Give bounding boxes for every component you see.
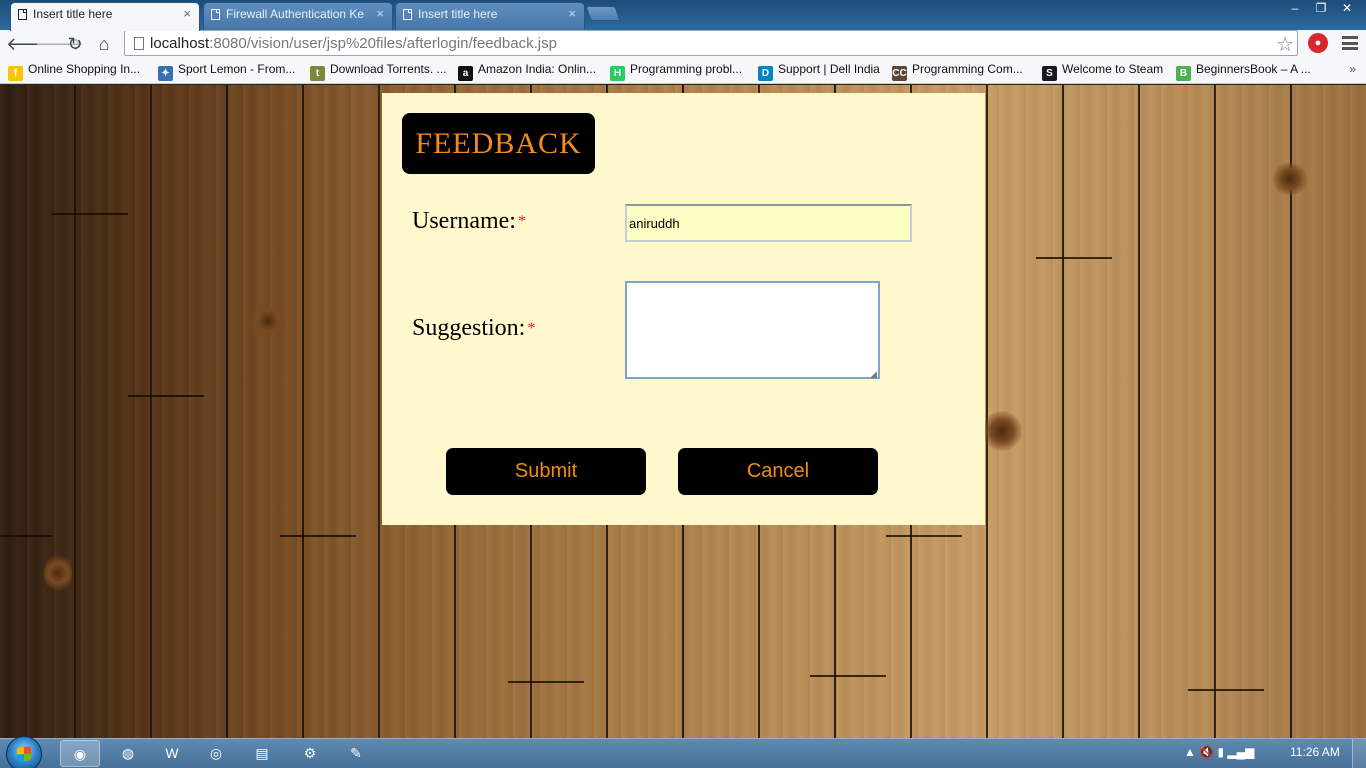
bookmark-item[interactable]: H Programming probl... <box>610 62 742 81</box>
bookmark-item[interactable]: a Amazon India: Onlin... <box>458 62 596 81</box>
bookmark-label: Welcome to Steam <box>1062 62 1164 76</box>
wood-knot <box>44 553 72 593</box>
bookmark-label: Amazon India: Onlin... <box>478 62 597 76</box>
restore-button[interactable]: ❐ <box>1308 0 1334 18</box>
bookmarks-overflow-icon[interactable]: » <box>1349 62 1356 76</box>
taskbar-word-icon[interactable]: W <box>152 740 192 767</box>
required-mark: * <box>517 213 526 230</box>
bookmark-item[interactable]: CC Programming Com... <box>892 62 1023 81</box>
page-icon <box>211 9 220 20</box>
bookmark-label: Programming Com... <box>912 62 1023 76</box>
board-seam <box>1036 257 1112 259</box>
bookmark-item[interactable]: f Online Shopping In... <box>8 62 140 81</box>
browser-tab-2[interactable]: Firewall Authentication Ke × <box>203 2 393 30</box>
taskbar: ▲ 🔇 ▮ ▂▄▆ 11:26 AM ◉ ◍ W ◎ ▤ ⚙ ✎ <box>0 736 1366 768</box>
tab-close-icon[interactable]: × <box>568 3 576 25</box>
tab-title: Insert title here <box>33 7 113 21</box>
username-label: Username: * <box>412 208 526 234</box>
back-icon[interactable]: 🡐 <box>6 33 54 55</box>
wood-knot <box>982 411 1022 451</box>
codechef-icon: CC <box>892 66 907 81</box>
required-mark: * <box>527 320 536 337</box>
browser-menu-icon[interactable] <box>1342 36 1358 50</box>
taskbar-firefox-icon[interactable]: ◍ <box>108 740 148 767</box>
browser-tab-3[interactable]: Insert title here × <box>395 2 585 30</box>
url-text: localhost:8080/vision/user/jsp%20files/a… <box>150 35 557 52</box>
suggestion-label: Suggestion: * <box>412 315 536 341</box>
board-seam <box>508 681 584 683</box>
username-field[interactable] <box>625 204 912 242</box>
bookmark-item[interactable]: B BeginnersBook – A ... <box>1176 62 1311 81</box>
board-seam <box>886 535 962 537</box>
steam-icon: S <box>1042 66 1057 81</box>
taskbar-app-icon[interactable]: ◎ <box>196 740 236 767</box>
suggestion-textarea[interactable] <box>625 281 880 379</box>
page-info-icon <box>134 37 144 50</box>
bookmark-item[interactable]: D Support | Dell India <box>758 62 880 81</box>
bookmark-label: BeginnersBook – A ... <box>1196 62 1311 76</box>
start-button[interactable] <box>6 736 42 768</box>
wood-knot <box>1272 163 1308 195</box>
forward-icon[interactable]: 🡒 <box>35 33 83 55</box>
page-icon <box>18 9 27 20</box>
resize-grip-icon[interactable]: ◢ <box>870 369 877 380</box>
page-background: FEEDBACK Username:* Suggestion:* ◢ Submi… <box>0 85 1366 738</box>
shield-icon: t <box>310 66 325 81</box>
tab-close-icon[interactable]: × <box>183 3 191 25</box>
board-seam <box>0 535 52 537</box>
tab-title: Insert title here <box>418 7 498 21</box>
bookmark-item[interactable]: ✦ Sport Lemon - From... <box>158 62 295 81</box>
bookmark-label: Download Torrents. ... <box>330 62 447 76</box>
taskbar-explorer-icon[interactable]: ▤ <box>242 740 282 767</box>
taskbar-paint-icon[interactable]: ✎ <box>336 740 376 767</box>
browser-titlebar: Insert title here × Firewall Authenticat… <box>0 0 1366 31</box>
bookmark-item[interactable]: t Download Torrents. ... <box>310 62 447 81</box>
hackerrank-icon: H <box>610 66 625 81</box>
bookmark-star-icon[interactable]: ☆ <box>1276 32 1294 57</box>
submit-button[interactable]: Submit <box>446 448 646 495</box>
reload-icon[interactable]: ↻ <box>64 33 86 55</box>
taskbar-settings-icon[interactable]: ⚙ <box>290 740 330 767</box>
wood-knot <box>250 303 286 339</box>
home-icon[interactable]: ⌂ <box>93 33 115 55</box>
window-controls: – ❐ ✕ <box>1282 0 1360 18</box>
runner-icon: ✦ <box>158 66 173 81</box>
clock[interactable]: 11:26 AM <box>1290 745 1340 759</box>
taskbar-chrome-icon[interactable]: ◉ <box>60 740 100 767</box>
show-desktop-button[interactable] <box>1352 739 1366 768</box>
system-tray-icons[interactable]: ▲ 🔇 ▮ ▂▄▆ <box>1184 745 1254 759</box>
new-tab-button[interactable] <box>585 6 621 21</box>
page-title: FEEDBACK <box>402 113 595 174</box>
tab-title: Firewall Authentication Ke <box>226 7 365 21</box>
address-bar[interactable]: localhost:8080/vision/user/jsp%20files/a… <box>124 30 1298 56</box>
minimize-button[interactable]: – <box>1282 0 1308 18</box>
bookmark-item[interactable]: S Welcome to Steam <box>1042 62 1163 81</box>
bookmark-label: Online Shopping In... <box>28 62 141 76</box>
bookmarks-bar: » f Online Shopping In... ✦ Sport Lemon - F… <box>0 58 1366 84</box>
cancel-button[interactable]: Cancel <box>678 448 878 495</box>
extension-icon[interactable]: ● <box>1308 33 1328 53</box>
board-seam <box>128 395 204 397</box>
board-seam <box>810 675 886 677</box>
bookmark-label: Support | Dell India <box>778 62 880 76</box>
feedback-card: FEEDBACK Username:* Suggestion:* ◢ Submi… <box>382 93 985 525</box>
board-seam <box>52 213 128 215</box>
beginnersbook-icon: B <box>1176 66 1191 81</box>
board-seam <box>280 535 356 537</box>
dell-icon: D <box>758 66 773 81</box>
bookmark-label: Programming probl... <box>630 62 743 76</box>
browser-tab-1[interactable]: Insert title here × <box>10 2 200 31</box>
page-icon <box>403 9 412 20</box>
close-window-button[interactable]: ✕ <box>1334 0 1360 18</box>
flipkart-icon: f <box>8 66 23 81</box>
tab-close-icon[interactable]: × <box>376 3 384 25</box>
bookmark-label: Sport Lemon - From... <box>178 62 296 76</box>
amazon-icon: a <box>458 66 473 81</box>
board-seam <box>1188 689 1264 691</box>
